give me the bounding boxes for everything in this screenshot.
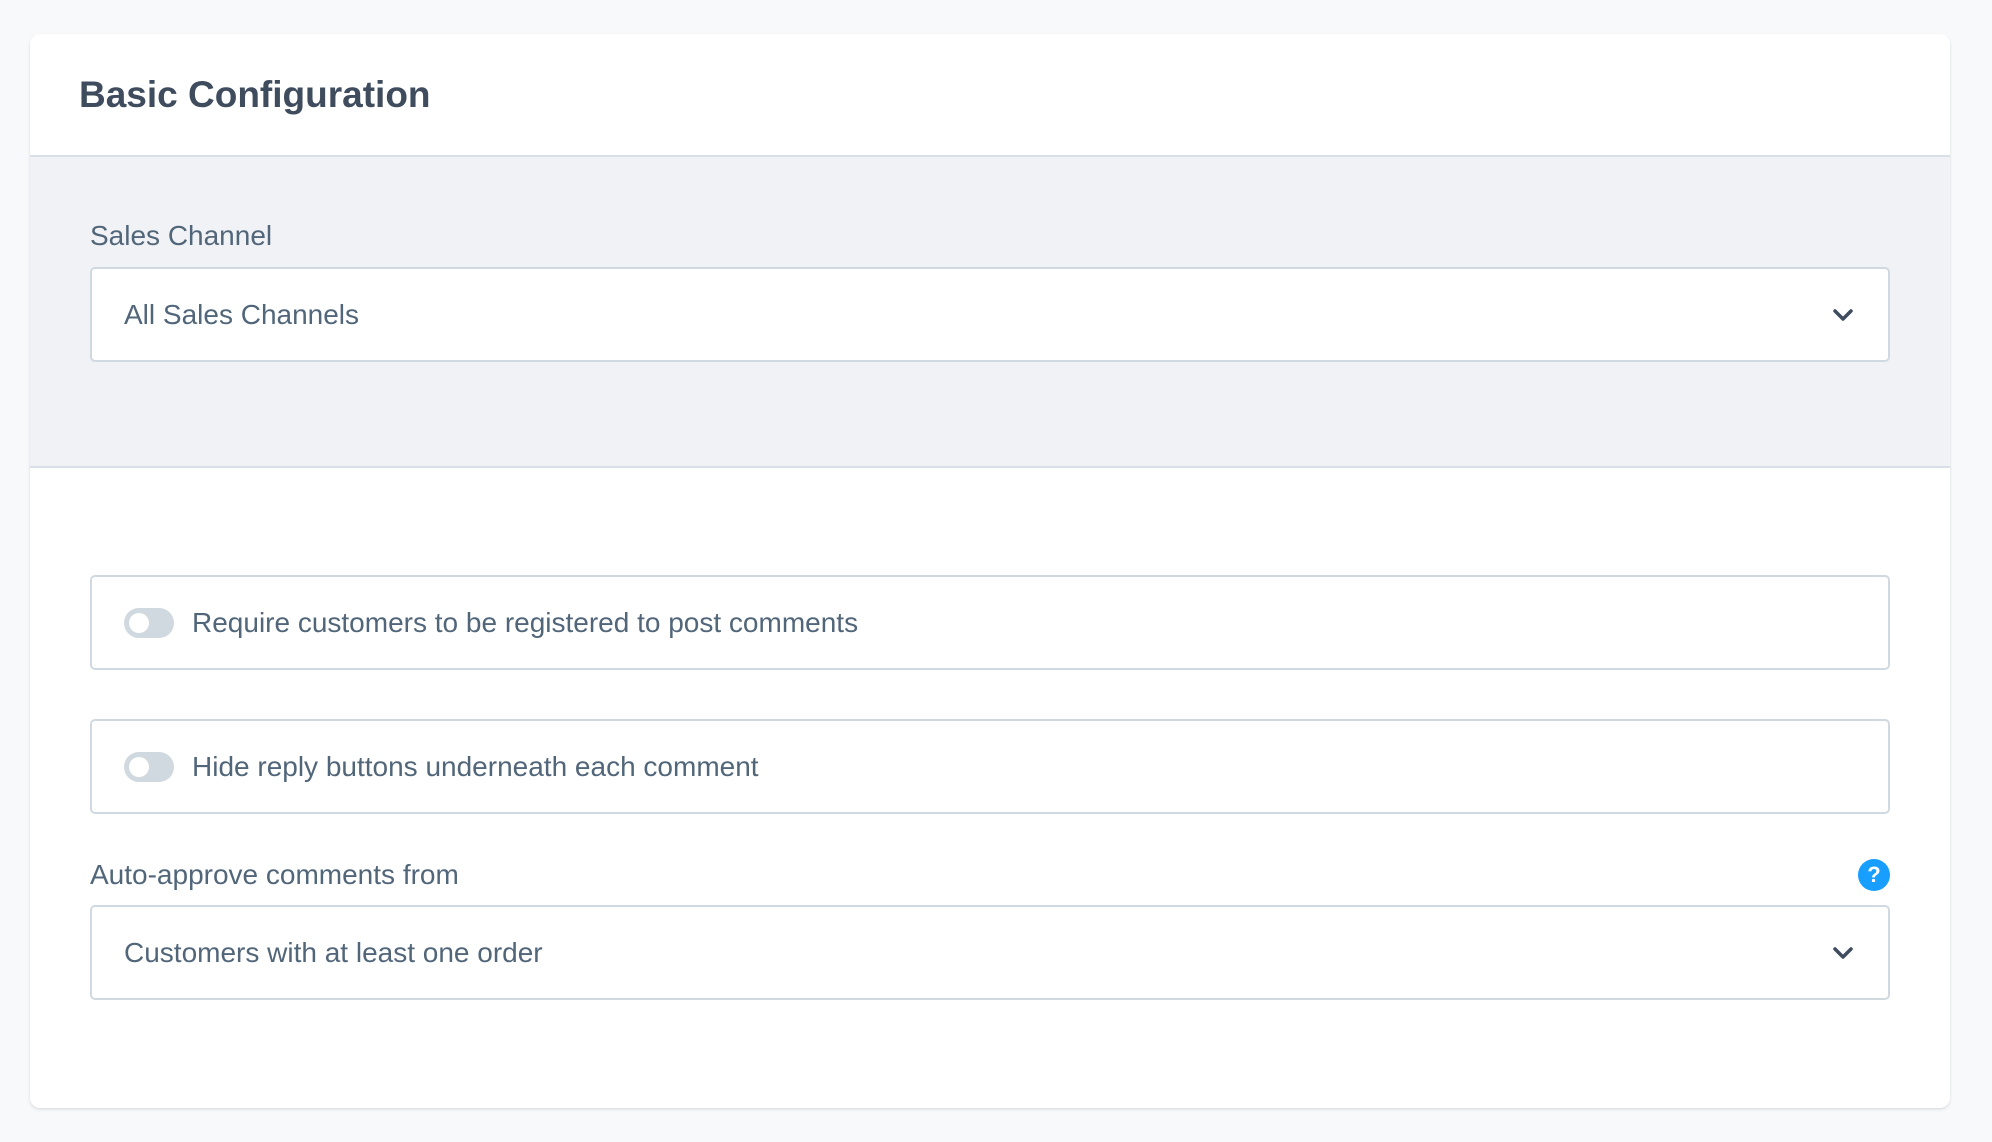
auto-approve-label: Auto-approve comments from xyxy=(90,859,459,890)
require-registration-label: Require customers to be registered to po… xyxy=(192,606,859,638)
auto-approve-selected-value: Customers with at least one order xyxy=(124,936,543,968)
hide-reply-buttons-switch-field[interactable]: Hide reply buttons underneath each comme… xyxy=(90,719,1890,814)
sales-channel-select[interactable]: All Sales Channels xyxy=(90,267,1890,362)
card-title: Basic Configuration xyxy=(79,73,431,115)
hide-reply-buttons-label: Hide reply buttons underneath each comme… xyxy=(192,750,759,782)
require-registration-toggle[interactable] xyxy=(124,607,174,638)
sales-channel-label: Sales Channel xyxy=(90,220,273,251)
hide-reply-buttons-toggle[interactable] xyxy=(124,751,174,782)
toggle-knob xyxy=(129,612,149,633)
toggle-knob xyxy=(129,756,149,777)
card-header: Basic Configuration xyxy=(30,34,1950,157)
chevron-down-icon xyxy=(1833,946,1853,959)
basic-configuration-card: Basic Configuration Sales Channel All Sa… xyxy=(30,34,1950,1108)
auto-approve-select[interactable]: Customers with at least one order xyxy=(90,905,1890,1000)
question-mark-icon[interactable]: ? xyxy=(1858,859,1890,891)
sales-channel-selected-value: All Sales Channels xyxy=(124,298,360,330)
auto-approve-label-row: Auto-approve comments from ? xyxy=(90,857,1890,893)
comment-settings-section: Require customers to be registered to po… xyxy=(30,468,1950,1000)
require-registration-switch-field[interactable]: Require customers to be registered to po… xyxy=(90,575,1890,670)
chevron-down-icon xyxy=(1833,308,1853,321)
sales-channel-section: Sales Channel All Sales Channels xyxy=(30,157,1950,468)
